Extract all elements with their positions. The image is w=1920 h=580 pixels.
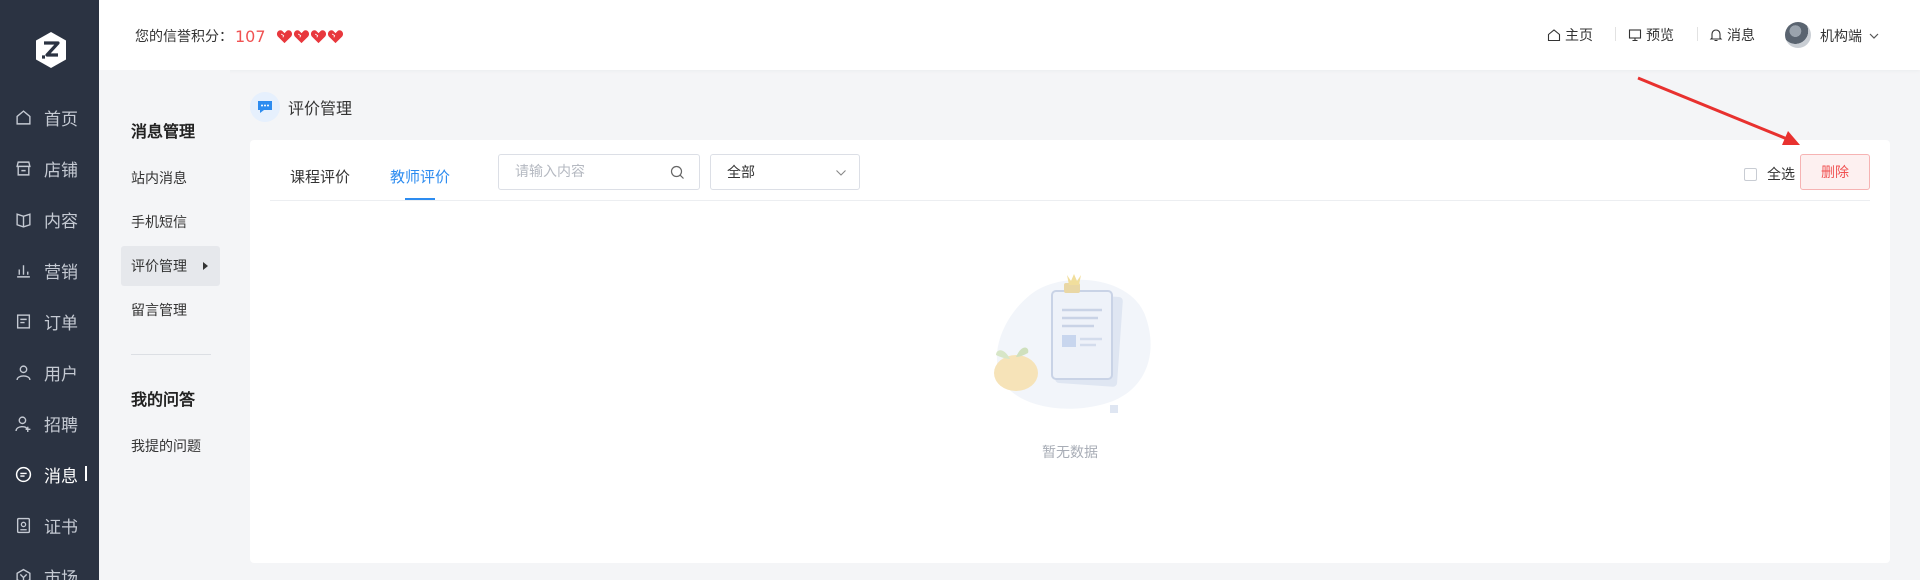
nav-label: 首页 <box>44 109 78 130</box>
store-icon <box>16 160 31 176</box>
message-icon <box>15 466 32 482</box>
select-all-label: 全选 <box>1767 167 1795 183</box>
home-link[interactable]: 主页 <box>1547 25 1593 45</box>
nav-label: 市场 <box>44 568 78 580</box>
chat-bubble-icon <box>250 92 280 122</box>
sidebar-item-sms[interactable]: 手机短信 <box>121 202 220 242</box>
user-add-icon <box>15 415 31 432</box>
sidebar-item-site-message[interactable]: 站内消息 <box>121 158 220 198</box>
page-title: 评价管理 <box>250 92 352 122</box>
tabs-divider <box>270 200 1870 201</box>
filter-selected: 全部 <box>727 165 755 181</box>
preview-link-label: 预览 <box>1646 28 1674 44</box>
nav-item-home[interactable]: 首页 <box>0 92 99 142</box>
order-icon <box>16 313 31 329</box>
select-all-checkbox[interactable] <box>1744 167 1757 181</box>
user-menu[interactable]: 机构端 <box>1820 26 1880 46</box>
credit-value: 107 <box>235 26 266 46</box>
certificate-icon <box>16 517 31 533</box>
secondary-sidebar: 消息管理 站内消息 手机短信 评价管理 留言管理 我的问答 我提的问题 <box>99 70 230 580</box>
empty-state-text: 暂无数据 <box>1042 445 1098 461</box>
select-all[interactable]: 全选 <box>1744 164 1795 184</box>
search-icon[interactable] <box>670 165 685 180</box>
top-header: 您的信誉积分： 107 主页 预览 消息 机构端 <box>99 0 1920 70</box>
nav-item-recruit[interactable]: 招聘 <box>0 398 99 448</box>
nav-item-orders[interactable]: 订单 <box>0 296 99 346</box>
bar-chart-icon <box>17 264 30 278</box>
sidebar-item-review[interactable]: 评价管理 <box>121 246 220 286</box>
nav-label: 用户 <box>44 364 78 385</box>
nav-item-message[interactable]: 消息 <box>0 449 99 499</box>
nav-item-content[interactable]: 内容 <box>0 194 99 244</box>
credit-label: 您的信誉积分： <box>135 29 233 45</box>
home-link-label: 主页 <box>1565 28 1593 44</box>
delete-button[interactable]: 删除 <box>1800 154 1870 190</box>
heart-icon <box>327 29 343 43</box>
search-input[interactable] <box>499 155 669 189</box>
empty-state-illustration-icon <box>994 274 1151 413</box>
chevron-down-icon <box>1869 33 1879 39</box>
sidebar-divider <box>131 354 211 355</box>
avatar[interactable] <box>1785 22 1811 48</box>
active-indicator <box>85 466 87 481</box>
sidebar-item-label: 站内消息 <box>131 171 187 187</box>
tab-course-review[interactable]: 课程评价 <box>290 166 350 187</box>
nav-item-certificate[interactable]: 证书 <box>0 500 99 550</box>
nav-label: 招聘 <box>44 415 78 436</box>
user-icon <box>16 364 31 380</box>
header-separator <box>1697 27 1698 41</box>
nav-label: 营销 <box>44 262 78 283</box>
sidebar-group-title: 我的问答 <box>131 390 196 409</box>
bell-icon <box>1709 29 1723 42</box>
nav-label: 内容 <box>44 211 78 232</box>
credit-hearts <box>276 29 344 44</box>
nav-item-users[interactable]: 用户 <box>0 347 99 397</box>
heart-icon <box>293 29 309 43</box>
nav-label: 证书 <box>44 517 78 538</box>
sidebar-item-comments[interactable]: 留言管理 <box>121 290 220 330</box>
main-nav: 首页 店铺 内容 营销 订单 用户 招聘 消息 证书 市场 <box>0 0 99 580</box>
credit-score: 您的信誉积分： 107 <box>135 26 344 46</box>
message-link-label: 消息 <box>1727 28 1755 44</box>
chevron-down-icon <box>836 170 846 176</box>
sidebar-item-label: 我提的问题 <box>131 439 201 455</box>
nav-label: 订单 <box>44 313 78 334</box>
book-icon <box>16 212 31 228</box>
nav-label: 店铺 <box>44 160 78 181</box>
home-icon <box>16 109 31 125</box>
preview-link[interactable]: 预览 <box>1628 25 1674 45</box>
heart-icon <box>310 29 326 43</box>
nav-item-marketing[interactable]: 营销 <box>0 245 99 295</box>
review-card: 课程评价 教师评价 全部 全选 删除 暂无数据 <box>250 140 1890 563</box>
home-icon <box>1547 29 1561 42</box>
monitor-icon <box>1628 29 1642 42</box>
page-title-text: 评价管理 <box>288 99 353 118</box>
sidebar-group-title: 消息管理 <box>131 122 196 141</box>
sidebar-item-label: 留言管理 <box>131 303 187 319</box>
heart-icon <box>276 29 292 43</box>
market-icon <box>16 568 31 580</box>
sidebar-item-label: 评价管理 <box>131 259 187 275</box>
nav-item-store[interactable]: 店铺 <box>0 143 99 193</box>
user-name-label: 机构端 <box>1820 29 1862 45</box>
sidebar-item-my-questions[interactable]: 我提的问题 <box>121 426 220 466</box>
header-separator <box>1615 27 1616 41</box>
sidebar-item-label: 手机短信 <box>131 215 187 231</box>
caret-right-icon <box>203 262 208 270</box>
message-link[interactable]: 消息 <box>1709 25 1755 45</box>
nav-item-market[interactable]: 市场 <box>0 551 99 580</box>
search-box <box>498 154 700 190</box>
filter-select[interactable]: 全部 <box>710 154 860 190</box>
tab-teacher-review[interactable]: 教师评价 <box>390 166 450 187</box>
nav-label: 消息 <box>44 466 78 487</box>
logo-icon[interactable] <box>34 31 68 69</box>
